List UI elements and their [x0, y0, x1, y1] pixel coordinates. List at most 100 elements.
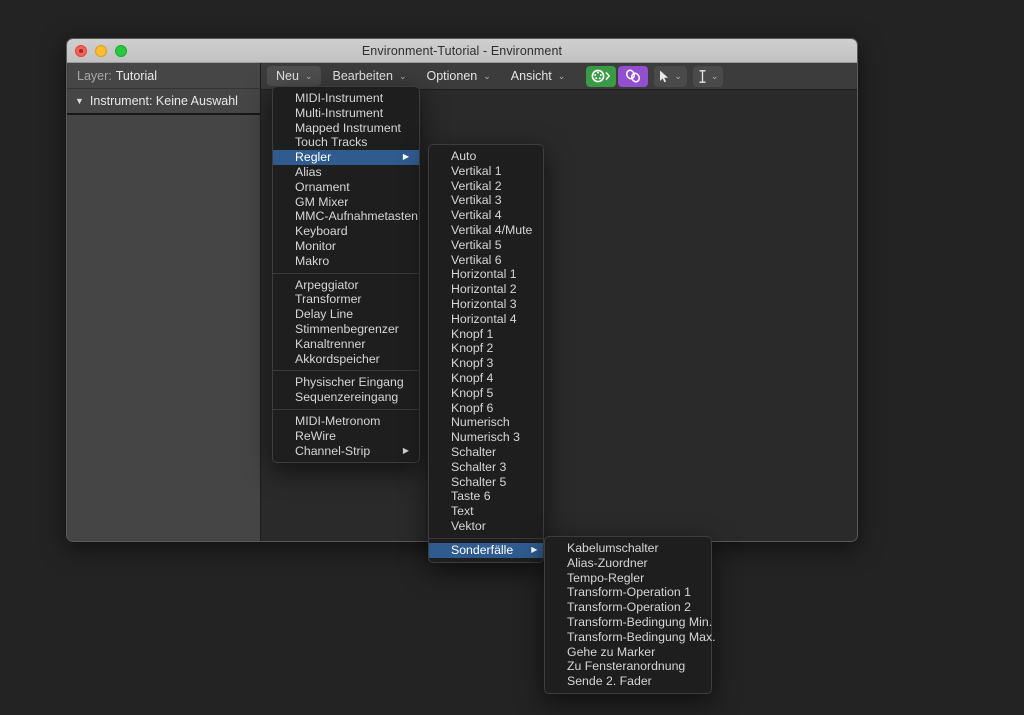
- menu-item[interactable]: Schalter 3: [429, 460, 543, 475]
- linked-rings-icon: [626, 69, 641, 83]
- menu-item[interactable]: Monitor: [273, 239, 419, 254]
- pointer-tool-selector[interactable]: ⌄: [654, 65, 687, 87]
- chevron-down-icon: ⌄: [710, 70, 719, 81]
- menu-item[interactable]: Stimmenbegrenzer: [273, 322, 419, 337]
- menu-item[interactable]: Regler ▶: [273, 150, 419, 165]
- menu-item[interactable]: Auto: [429, 149, 543, 164]
- disclosure-triangle-icon[interactable]: ▼: [75, 96, 84, 106]
- menu-item[interactable]: MIDI-Metronom: [273, 414, 419, 429]
- menu-item[interactable]: Transform-Operation 2: [545, 600, 711, 615]
- menu-item-label: Knopf 6: [451, 400, 494, 415]
- menu-item[interactable]: Vertikal 2: [429, 179, 543, 194]
- menu-item[interactable]: Transform-Operation 1: [545, 585, 711, 600]
- chevron-down-icon: ⌄: [483, 70, 491, 81]
- menu-item[interactable]: Schalter: [429, 445, 543, 460]
- menu-item[interactable]: Physischer Eingang: [273, 375, 419, 390]
- menu-item-label: Knopf 5: [451, 385, 494, 400]
- layer-row[interactable]: Layer: Tutorial: [67, 63, 260, 89]
- menu-item[interactable]: Gehe zu Marker: [545, 645, 711, 660]
- menu-bearbeiten[interactable]: Bearbeiten ⌄: [323, 66, 415, 86]
- menu-item[interactable]: Arpeggiator: [273, 278, 419, 293]
- menu-separator: [273, 370, 419, 372]
- menu-item[interactable]: Knopf 1: [429, 327, 543, 342]
- menu-item[interactable]: MMC-Aufnahmetasten: [273, 209, 419, 224]
- instrument-row[interactable]: ▼ Instrument: Keine Auswahl: [67, 89, 260, 115]
- menu-item[interactable]: Channel-Strip ▶: [273, 444, 419, 459]
- menu-item[interactable]: Ornament: [273, 180, 419, 195]
- menu-item[interactable]: Vertikal 4: [429, 208, 543, 223]
- menu-item[interactable]: Vertikal 6: [429, 253, 543, 268]
- menu-item[interactable]: GM Mixer: [273, 195, 419, 210]
- menu-item[interactable]: Multi-Instrument: [273, 106, 419, 121]
- menu-item[interactable]: Touch Tracks: [273, 135, 419, 150]
- close-button[interactable]: [75, 45, 87, 57]
- menu-item[interactable]: Kabelumschalter: [545, 541, 711, 556]
- menu-item[interactable]: Knopf 5: [429, 386, 543, 401]
- menu-item-label: Kabelumschalter: [567, 541, 659, 555]
- zoom-button[interactable]: [115, 45, 127, 57]
- menu-item[interactable]: Vertikal 3: [429, 193, 543, 208]
- menu-item-label: Text: [451, 504, 474, 519]
- menu-item[interactable]: Akkordspeicher: [273, 352, 419, 367]
- menu-item[interactable]: Vertikal 1: [429, 164, 543, 179]
- new-object-menu[interactable]: MIDI-Instrument Multi-Instrument Mapped In…: [272, 86, 420, 464]
- menu-item[interactable]: Text: [429, 504, 543, 519]
- menu-item[interactable]: Numerisch 3: [429, 430, 543, 445]
- menu-item[interactable]: Zu Fensteranordnung: [545, 659, 711, 674]
- menu-item[interactable]: Vertikal 5: [429, 238, 543, 253]
- menu-item[interactable]: Horizontal 2: [429, 282, 543, 297]
- menu-item-label: Vertikal 3: [451, 193, 502, 208]
- menu-item[interactable]: Horizontal 3: [429, 297, 543, 312]
- menu-item[interactable]: Vertikal 4/Mute: [429, 223, 543, 238]
- menu-optionen[interactable]: Optionen ⌄: [418, 66, 500, 86]
- menu-item[interactable]: Transform-Bedingung Max.: [545, 630, 716, 645]
- menu-bearbeiten-label: Bearbeiten: [332, 69, 393, 83]
- menu-item[interactable]: Tempo-Regler: [545, 571, 711, 586]
- menu-item-label: Delay Line: [295, 307, 354, 322]
- text-tool-icon: [699, 69, 706, 83]
- menu-item[interactable]: Sequenzereingang: [273, 390, 419, 405]
- menu-item[interactable]: Horizontal 4: [429, 312, 543, 327]
- menu-item[interactable]: Keyboard: [273, 224, 419, 239]
- menu-item[interactable]: Transform-Bedingung Min.: [545, 615, 712, 630]
- midi-in-button[interactable]: [586, 65, 617, 87]
- menu-item-label: Numerisch: [451, 415, 510, 430]
- menu-item[interactable]: Knopf 4: [429, 371, 543, 386]
- menu-ansicht[interactable]: Ansicht ⌄: [502, 66, 575, 86]
- menu-item[interactable]: Alias: [273, 165, 419, 180]
- midi-connector-icon: [591, 69, 611, 83]
- text-tool-selector[interactable]: ⌄: [692, 65, 724, 87]
- menu-item[interactable]: Knopf 2: [429, 341, 543, 356]
- menu-item[interactable]: Vektor: [429, 519, 543, 534]
- menu-item[interactable]: Transformer: [273, 292, 419, 307]
- fader-submenu[interactable]: Auto Vertikal 1 Vertikal 2 Vertikal 3 Vertik…: [428, 144, 544, 563]
- menu-item[interactable]: Schalter 5: [429, 475, 543, 490]
- menu-item[interactable]: Taste 6: [429, 489, 543, 504]
- menu-item[interactable]: Makro: [273, 254, 419, 269]
- menu-item[interactable]: Sende 2. Fader: [545, 674, 711, 689]
- window-titlebar[interactable]: Environment-Tutorial - Environment: [67, 39, 857, 63]
- menu-item[interactable]: Sonderfälle ▶: [429, 542, 543, 558]
- special-cases-submenu[interactable]: Kabelumschalter Alias-Zuordner Tempo-Regle…: [544, 536, 716, 694]
- menu-item[interactable]: Numerisch: [429, 415, 543, 430]
- menu-item[interactable]: MIDI-Instrument: [273, 91, 419, 106]
- menu-item-label: MMC-Aufnahmetasten: [295, 209, 419, 224]
- menu-item[interactable]: Knopf 6: [429, 401, 543, 416]
- menu-item[interactable]: Horizontal 1: [429, 267, 543, 282]
- menu-item[interactable]: Delay Line: [273, 307, 419, 322]
- cable-link-button[interactable]: [618, 65, 649, 87]
- layer-value: Tutorial: [115, 68, 157, 83]
- menu-item[interactable]: Alias-Zuordner: [545, 556, 711, 571]
- chevron-down-icon: ⌄: [304, 70, 313, 81]
- menu-item[interactable]: Knopf 3: [429, 356, 543, 371]
- menu-item[interactable]: Mapped Instrument: [273, 121, 419, 136]
- minimize-button[interactable]: [95, 45, 107, 57]
- menu-item[interactable]: ReWire: [273, 429, 419, 444]
- menu-neu[interactable]: Neu ⌄: [267, 66, 322, 86]
- menu-item-label: Gehe zu Marker: [567, 644, 656, 659]
- menu-item[interactable]: Kanaltrenner: [273, 337, 419, 352]
- chevron-down-icon: ⌄: [398, 70, 407, 81]
- window-title: Environment-Tutorial - Environment: [361, 43, 563, 58]
- menu-item-label: Schalter 3: [451, 459, 507, 474]
- menu-item-label: Vertikal 4/Mute: [451, 222, 533, 237]
